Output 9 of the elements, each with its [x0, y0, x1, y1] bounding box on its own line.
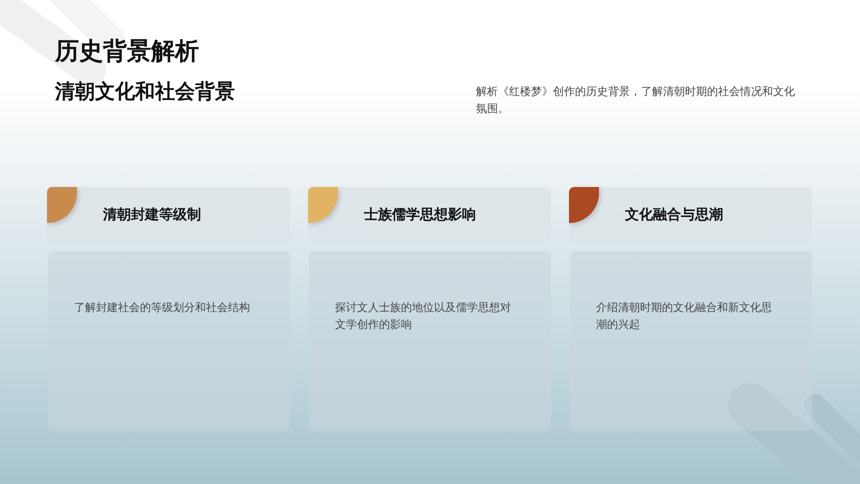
card-text: 了解封建社会的等级划分和社会结构: [74, 300, 250, 316]
slide-subtitle: 清朝文化和社会背景: [55, 78, 235, 105]
description-text: 解析《红楼梦》创作的历史背景，了解清朝时期的社会情况和文化氛围。: [476, 84, 796, 117]
card-heading: 文化融合与思潮: [625, 206, 723, 224]
card-heading: 士族儒学思想影响: [364, 206, 476, 224]
card-text: 介绍清朝时期的文化融合和新文化思潮的兴起: [596, 300, 772, 333]
card-text: 探讨文人士族的地位以及儒学思想对文学创作的影响: [335, 300, 511, 333]
card-heading: 清朝封建等级制: [103, 206, 201, 224]
slide-title: 历史背景解析: [55, 36, 200, 67]
